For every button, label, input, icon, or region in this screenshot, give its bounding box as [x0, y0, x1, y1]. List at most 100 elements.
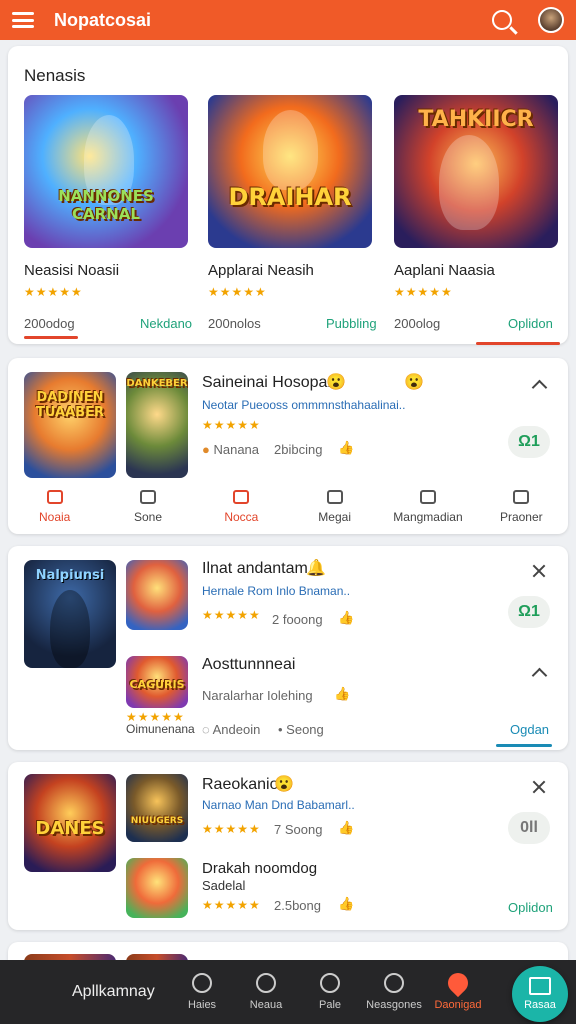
- featured-card: Nenasis NANNONES CARNAL Neasisi Noasii ★…: [8, 46, 568, 345]
- nav-item-haies[interactable]: Haies: [170, 973, 234, 1011]
- nav-item-neasgones[interactable]: Neasgones: [362, 973, 426, 1011]
- search-icon[interactable]: [492, 10, 512, 30]
- caption: Oimunenana: [126, 722, 195, 736]
- close-icon[interactable]: [532, 780, 546, 794]
- meta-info: Naralarhar Iolehing: [202, 688, 313, 703]
- location-icon: ◌: [202, 722, 213, 737]
- app-thumbnail[interactable]: DANKEBER: [126, 372, 188, 478]
- app-thumbnail[interactable]: Nalpiunsi: [24, 560, 116, 668]
- like-icon[interactable]: 👍: [338, 820, 354, 836]
- accent-underline: [496, 744, 552, 747]
- tab-icon: [139, 490, 156, 504]
- app-title[interactable]: Saineinai Hosopar: [202, 374, 333, 392]
- score-badge[interactable]: 0ll: [508, 812, 550, 844]
- emoji-icon: 🔔: [306, 560, 326, 577]
- meta-info: 2bibcing: [274, 442, 323, 457]
- like-icon[interactable]: 👍: [338, 896, 354, 912]
- tab-sone[interactable]: Sone: [101, 490, 194, 524]
- featured-app-2[interactable]: DRAIHAR Applarai Neasih ★★★★★: [208, 95, 372, 299]
- tab-icon: [46, 490, 63, 504]
- collapse-chevron-icon[interactable]: [531, 379, 548, 396]
- close-icon[interactable]: [532, 564, 546, 578]
- category-tabs: Noaia Sone Nocca Megai Mangmadian Praone…: [8, 490, 568, 524]
- tab-praoner[interactable]: Praoner: [475, 490, 568, 524]
- action-link[interactable]: Oplidon: [508, 316, 553, 331]
- action-link[interactable]: Oplidon: [508, 900, 553, 915]
- download-count: 200olog: [394, 316, 441, 331]
- app-title[interactable]: Aosttunnneai: [202, 656, 295, 674]
- app-thumbnail[interactable]: DANES: [24, 774, 116, 872]
- floating-action-button[interactable]: Rasaa: [512, 966, 568, 1022]
- app-thumbnail[interactable]: [126, 858, 188, 918]
- nav-item-daonigad[interactable]: Daonigad: [426, 968, 490, 1011]
- app-description: Narnao Man Dnd Babamarl..: [202, 798, 355, 812]
- bottom-navigation: Apllkamnay Haies Neaua Pale Neasgones Da…: [0, 960, 576, 1024]
- app-list-card-2: Nalpiunsi Ilnat andantam 🔔 Hernale Rom I…: [8, 546, 568, 750]
- heart-icon: [443, 968, 473, 998]
- meta-info: ● Nanana: [202, 442, 260, 457]
- app-subtitle: Sadelal: [202, 878, 246, 893]
- tab-mangmadian[interactable]: Mangmadian: [381, 490, 474, 524]
- app-title[interactable]: Raeokanio: [202, 776, 279, 794]
- hamburger-menu-icon[interactable]: [12, 12, 34, 28]
- rating-stars: ★★★★★: [394, 285, 453, 299]
- tab-icon: [513, 490, 530, 504]
- action-link[interactable]: Nekdano: [140, 316, 192, 331]
- app-title: Nopatcosai: [54, 9, 152, 30]
- app-name: Applarai Neasih: [208, 262, 314, 279]
- score-badge[interactable]: Ω1: [508, 426, 550, 458]
- featured-app-3[interactable]: TAHKIICR Aaplani Naasia ★★★★★: [394, 95, 558, 299]
- app-description: Neotar Pueooss ommmnsthahaalinai..: [202, 398, 406, 412]
- app-description: Hernale Rom Inlo Bnaman..: [202, 584, 351, 598]
- rating-stars: ★★★★★: [202, 898, 261, 912]
- like-icon[interactable]: 👍: [338, 440, 354, 456]
- avatar[interactable]: [538, 7, 564, 33]
- featured-app-1[interactable]: NANNONES CARNAL Neasisi Noasii ★★★★★: [24, 95, 188, 299]
- score-badge[interactable]: Ω1: [508, 596, 550, 628]
- app-name: Aaplani Naasia: [394, 262, 495, 279]
- meta-info: 2 fooong: [272, 612, 323, 627]
- tab-nocca[interactable]: Nocca: [195, 490, 288, 524]
- app-title[interactable]: Ilnat andantam: [202, 560, 308, 578]
- pin-icon: [320, 973, 340, 993]
- collapse-chevron-icon[interactable]: [531, 667, 548, 684]
- chat-icon: [256, 973, 276, 993]
- app-thumbnail[interactable]: DADINEN TUAABER: [24, 372, 116, 478]
- app-thumbnail[interactable]: TAHKIICR: [394, 95, 558, 248]
- meta-info: ◌ Andeoin: [202, 722, 261, 737]
- emoji-icon: 😮: [326, 374, 346, 391]
- action-link[interactable]: Ogdan: [510, 722, 549, 737]
- meta-info: 2.5bong: [274, 898, 321, 913]
- app-title[interactable]: Drakah noomdog: [202, 860, 317, 877]
- emoji-icon: 😮: [404, 374, 424, 391]
- download-count: 200nolos: [208, 316, 261, 331]
- tab-megai[interactable]: Megai: [288, 490, 381, 524]
- action-link[interactable]: Pubbling: [326, 316, 377, 331]
- app-thumbnail[interactable]: NIUUGERS: [126, 774, 188, 842]
- app-name: Neasisi Noasii: [24, 262, 120, 279]
- nav-item-neaua[interactable]: Neaua: [234, 973, 298, 1011]
- download-count: 200odog: [24, 316, 75, 331]
- app-thumbnail[interactable]: CAGURIS: [126, 656, 188, 708]
- tab-icon: [419, 490, 436, 504]
- rating-stars: ★★★★★: [24, 285, 83, 299]
- face-icon: [384, 973, 404, 993]
- app-list-card-3: DANES NIUUGERS Raeokanio 😮 Narnao Man Dn…: [8, 762, 568, 930]
- rating-stars: ★★★★★: [208, 285, 267, 299]
- app-thumbnail[interactable]: NANNONES CARNAL: [24, 95, 188, 248]
- app-thumbnail[interactable]: [126, 560, 188, 630]
- flag-icon: [529, 977, 551, 995]
- like-icon[interactable]: 👍: [334, 686, 350, 702]
- emoji-icon: 😮: [274, 776, 294, 793]
- rating-stars: ★★★★★: [202, 822, 261, 836]
- app-thumbnail[interactable]: DRAIHAR: [208, 95, 372, 248]
- tab-icon: [326, 490, 343, 504]
- meta-info: 7 Soong: [274, 822, 323, 837]
- tab-noaia[interactable]: Noaia: [8, 490, 101, 524]
- coin-icon: ●: [202, 442, 214, 457]
- accent-underline: [476, 342, 560, 345]
- like-icon[interactable]: 👍: [338, 610, 354, 626]
- nav-item-pale[interactable]: Pale: [298, 973, 362, 1011]
- tab-icon: [233, 490, 250, 504]
- rating-stars: ★★★★★: [202, 608, 261, 622]
